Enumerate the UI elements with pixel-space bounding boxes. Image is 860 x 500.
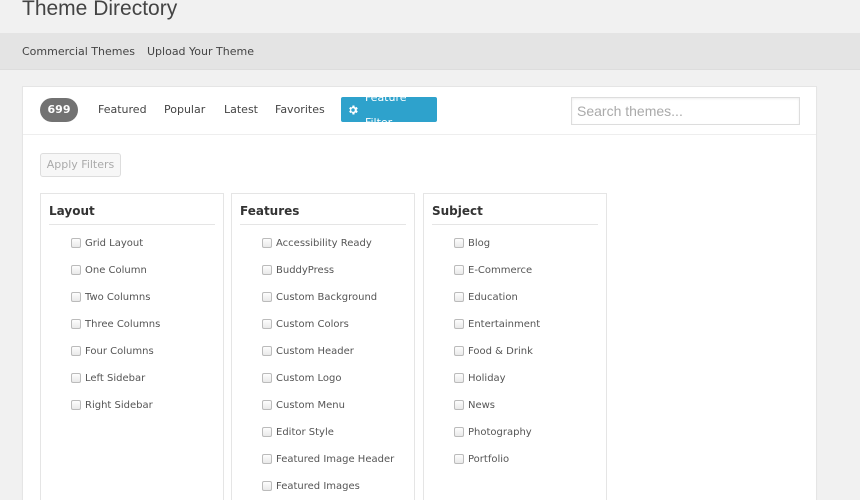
checkbox[interactable] [71,346,81,356]
checkbox[interactable] [71,319,81,329]
upload-your-theme-link[interactable]: Upload Your Theme [147,33,254,70]
filter-option[interactable]: Left Sidebar [71,373,223,400]
checkbox[interactable] [454,292,464,302]
checkbox[interactable] [71,292,81,302]
apply-filters-button[interactable]: Apply Filters [40,153,121,177]
gear-icon [347,103,360,116]
theme-browser-panel: 699 Featured Popular Latest Favorites Fe… [22,86,817,500]
checkbox[interactable] [454,454,464,464]
checkbox[interactable] [71,238,81,248]
filter-option[interactable]: Custom Background [262,292,414,319]
checkbox[interactable] [262,292,272,302]
filter-option[interactable]: News [454,400,606,427]
checkbox[interactable] [454,427,464,437]
filter-option[interactable]: Custom Menu [262,400,414,427]
filter-group-subject: Subject Blog E-Commerce Education Entert… [423,193,607,500]
filter-option[interactable]: Food & Drink [454,346,606,373]
filter-group-layout: Layout Grid Layout One Column Two Column… [40,193,224,500]
filter-option[interactable]: Education [454,292,606,319]
tab-featured[interactable]: Featured [98,87,147,133]
filter-option[interactable]: Entertainment [454,319,606,346]
checkbox[interactable] [262,427,272,437]
checkbox[interactable] [454,373,464,383]
filter-option[interactable]: One Column [71,265,223,292]
filter-option[interactable]: Grid Layout [71,238,223,265]
checkbox[interactable] [454,400,464,410]
theme-count-badge: 699 [40,98,78,122]
filter-option[interactable]: E-Commerce [454,265,606,292]
checkbox[interactable] [262,481,272,491]
filter-option[interactable]: Three Columns [71,319,223,346]
checkbox[interactable] [454,319,464,329]
filter-option[interactable]: Editor Style [262,427,414,454]
filter-bar: 699 Featured Popular Latest Favorites Fe… [23,87,816,135]
filter-option[interactable]: Portfolio [454,454,606,481]
filter-option[interactable]: BuddyPress [262,265,414,292]
checkbox[interactable] [454,346,464,356]
checkbox[interactable] [71,400,81,410]
commercial-themes-link[interactable]: Commercial Themes [22,33,135,70]
checkbox[interactable] [71,373,81,383]
feature-filter-label: Feature Filter [364,90,407,129]
filter-group-features: Features Accessibility Ready BuddyPress … [231,193,415,500]
filter-option[interactable]: Two Columns [71,292,223,319]
filter-option[interactable]: Photography [454,427,606,454]
filter-option[interactable]: Custom Header [262,346,414,373]
filter-option[interactable]: Holiday [454,373,606,400]
filter-option[interactable]: Right Sidebar [71,400,223,427]
checkbox[interactable] [454,238,464,248]
filter-group-title: Features [240,204,406,225]
filter-option[interactable]: Four Columns [71,346,223,373]
filter-option[interactable]: Featured Image Header [262,454,414,481]
tab-favorites[interactable]: Favorites [275,87,325,133]
filter-group-title: Subject [432,204,598,225]
checkbox[interactable] [71,265,81,275]
feature-filter-button[interactable]: Feature Filter [341,91,437,129]
filter-option[interactable]: Custom Logo [262,373,414,400]
checkbox[interactable] [262,373,272,383]
page-title: Theme Directory [22,0,178,20]
sub-navigation: Commercial Themes Upload Your Theme [0,33,860,70]
filter-option[interactable]: Featured Images [262,481,414,500]
checkbox[interactable] [454,265,464,275]
checkbox[interactable] [262,400,272,410]
checkbox[interactable] [262,346,272,356]
tab-popular[interactable]: Popular [164,87,205,133]
filter-option[interactable]: Custom Colors [262,319,414,346]
checkbox[interactable] [262,454,272,464]
checkbox[interactable] [262,319,272,329]
filter-group-title: Layout [49,204,215,225]
tab-latest[interactable]: Latest [224,87,258,133]
filter-option[interactable]: Accessibility Ready [262,238,414,265]
filter-option[interactable]: Blog [454,238,606,265]
checkbox[interactable] [262,265,272,275]
search-input[interactable] [571,97,800,125]
checkbox[interactable] [262,238,272,248]
